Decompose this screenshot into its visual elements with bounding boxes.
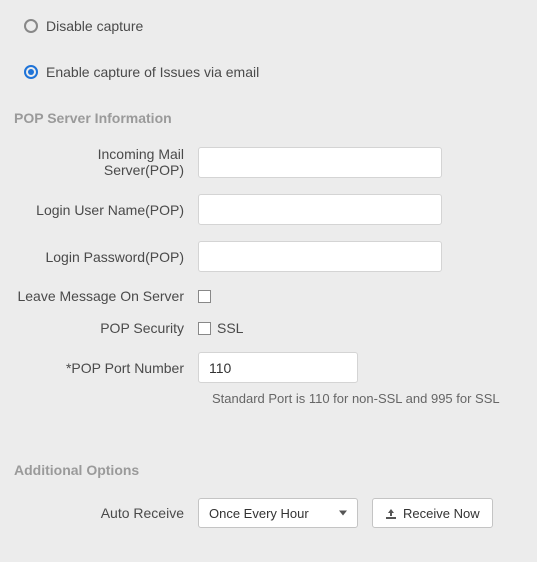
login-user-label: Login User Name(POP)	[14, 202, 198, 218]
auto-receive-select[interactable]: Once Every Hour	[198, 498, 358, 528]
pop-port-input[interactable]	[198, 352, 358, 383]
auto-receive-value: Once Every Hour	[209, 506, 309, 521]
upload-icon	[385, 507, 397, 519]
additional-section-title: Additional Options	[14, 462, 523, 478]
disable-capture-label: Disable capture	[46, 18, 143, 34]
auto-receive-label: Auto Receive	[14, 505, 198, 521]
disable-capture-radio[interactable]: Disable capture	[14, 18, 523, 34]
leave-on-server-label: Leave Message On Server	[14, 288, 198, 304]
enable-capture-radio[interactable]: Enable capture of Issues via email	[14, 64, 523, 80]
receive-now-label: Receive Now	[403, 506, 480, 521]
login-password-label: Login Password(POP)	[14, 249, 198, 265]
login-user-input[interactable]	[198, 194, 442, 225]
chevron-down-icon	[339, 511, 347, 516]
radio-icon	[24, 19, 38, 33]
pop-port-help: Standard Port is 110 for non-SSL and 995…	[212, 391, 523, 406]
radio-icon	[24, 65, 38, 79]
ssl-checkbox[interactable]	[198, 322, 211, 335]
pop-security-label: POP Security	[14, 320, 198, 336]
receive-now-button[interactable]: Receive Now	[372, 498, 493, 528]
ssl-label: SSL	[217, 320, 243, 336]
incoming-server-label: Incoming Mail Server(POP)	[14, 146, 198, 178]
login-password-input[interactable]	[198, 241, 442, 272]
pop-section-title: POP Server Information	[14, 110, 523, 126]
pop-port-label: *POP Port Number	[14, 360, 198, 376]
incoming-server-input[interactable]	[198, 147, 442, 178]
leave-on-server-checkbox[interactable]	[198, 290, 211, 303]
enable-capture-label: Enable capture of Issues via email	[46, 64, 259, 80]
